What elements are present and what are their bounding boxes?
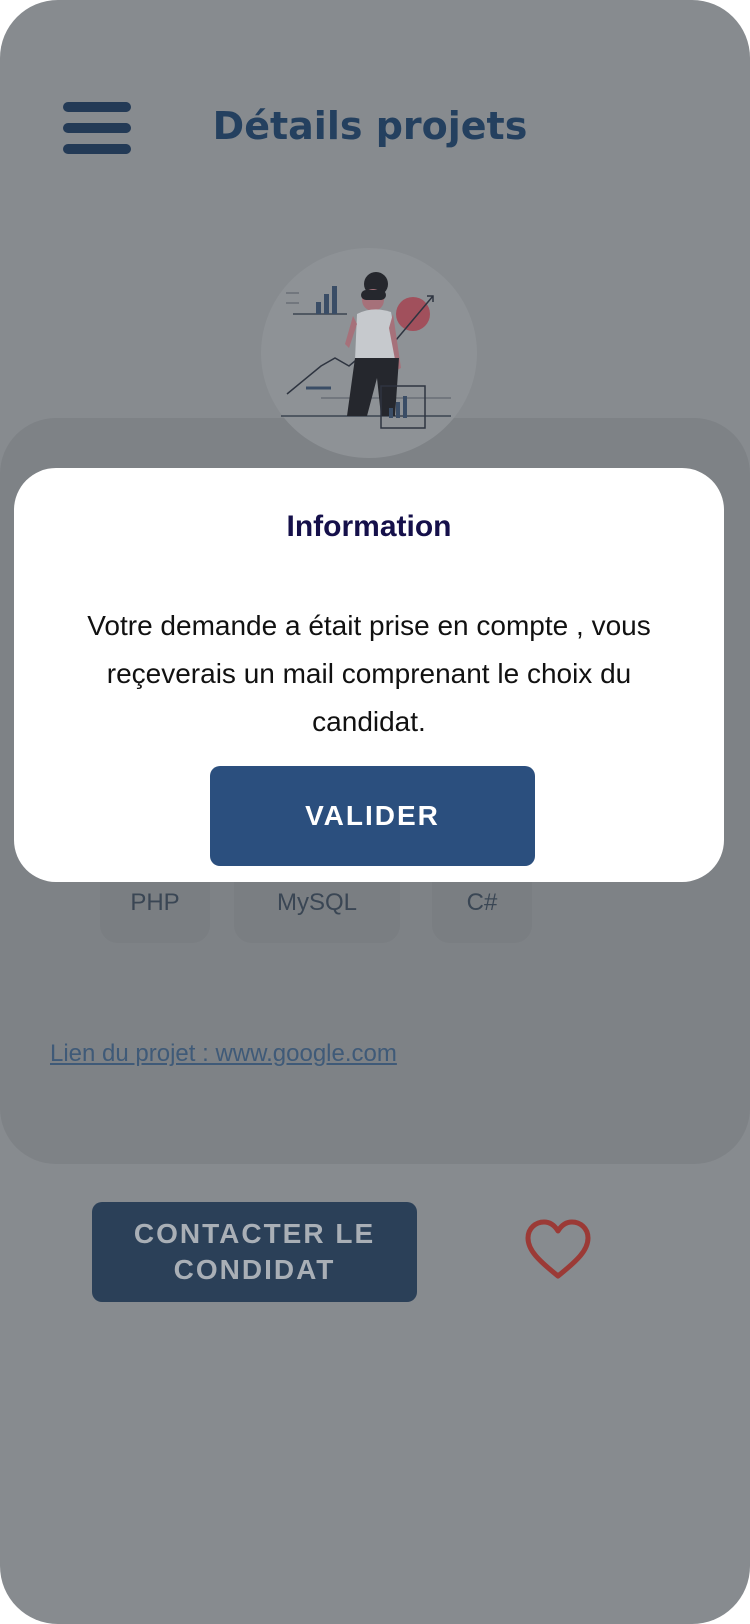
menu-bar <box>63 102 131 112</box>
validate-button[interactable]: VALIDER <box>210 766 535 866</box>
menu-bar <box>63 123 131 133</box>
information-dialog: Information Votre demande a était prise … <box>14 468 724 882</box>
heart-shape <box>525 1219 591 1279</box>
hamburger-menu-icon[interactable] <box>63 102 131 156</box>
project-link[interactable]: Lien du projet : www.google.com <box>50 1040 397 1068</box>
heart-icon[interactable] <box>524 1218 592 1282</box>
page-title: Détails projets <box>212 104 528 148</box>
dialog-message: Votre demande a était prise en compte , … <box>87 610 651 737</box>
project-illustration <box>261 248 477 458</box>
analytics-woman-illustration <box>281 272 451 429</box>
menu-bar <box>63 144 131 154</box>
dialog-title: Information <box>286 510 452 543</box>
app-screen: Détails projets PHP MySQL C# Lien du pro… <box>0 0 750 1624</box>
contact-candidate-button[interactable]: CONTACTER LE CONDIDAT <box>92 1202 417 1302</box>
